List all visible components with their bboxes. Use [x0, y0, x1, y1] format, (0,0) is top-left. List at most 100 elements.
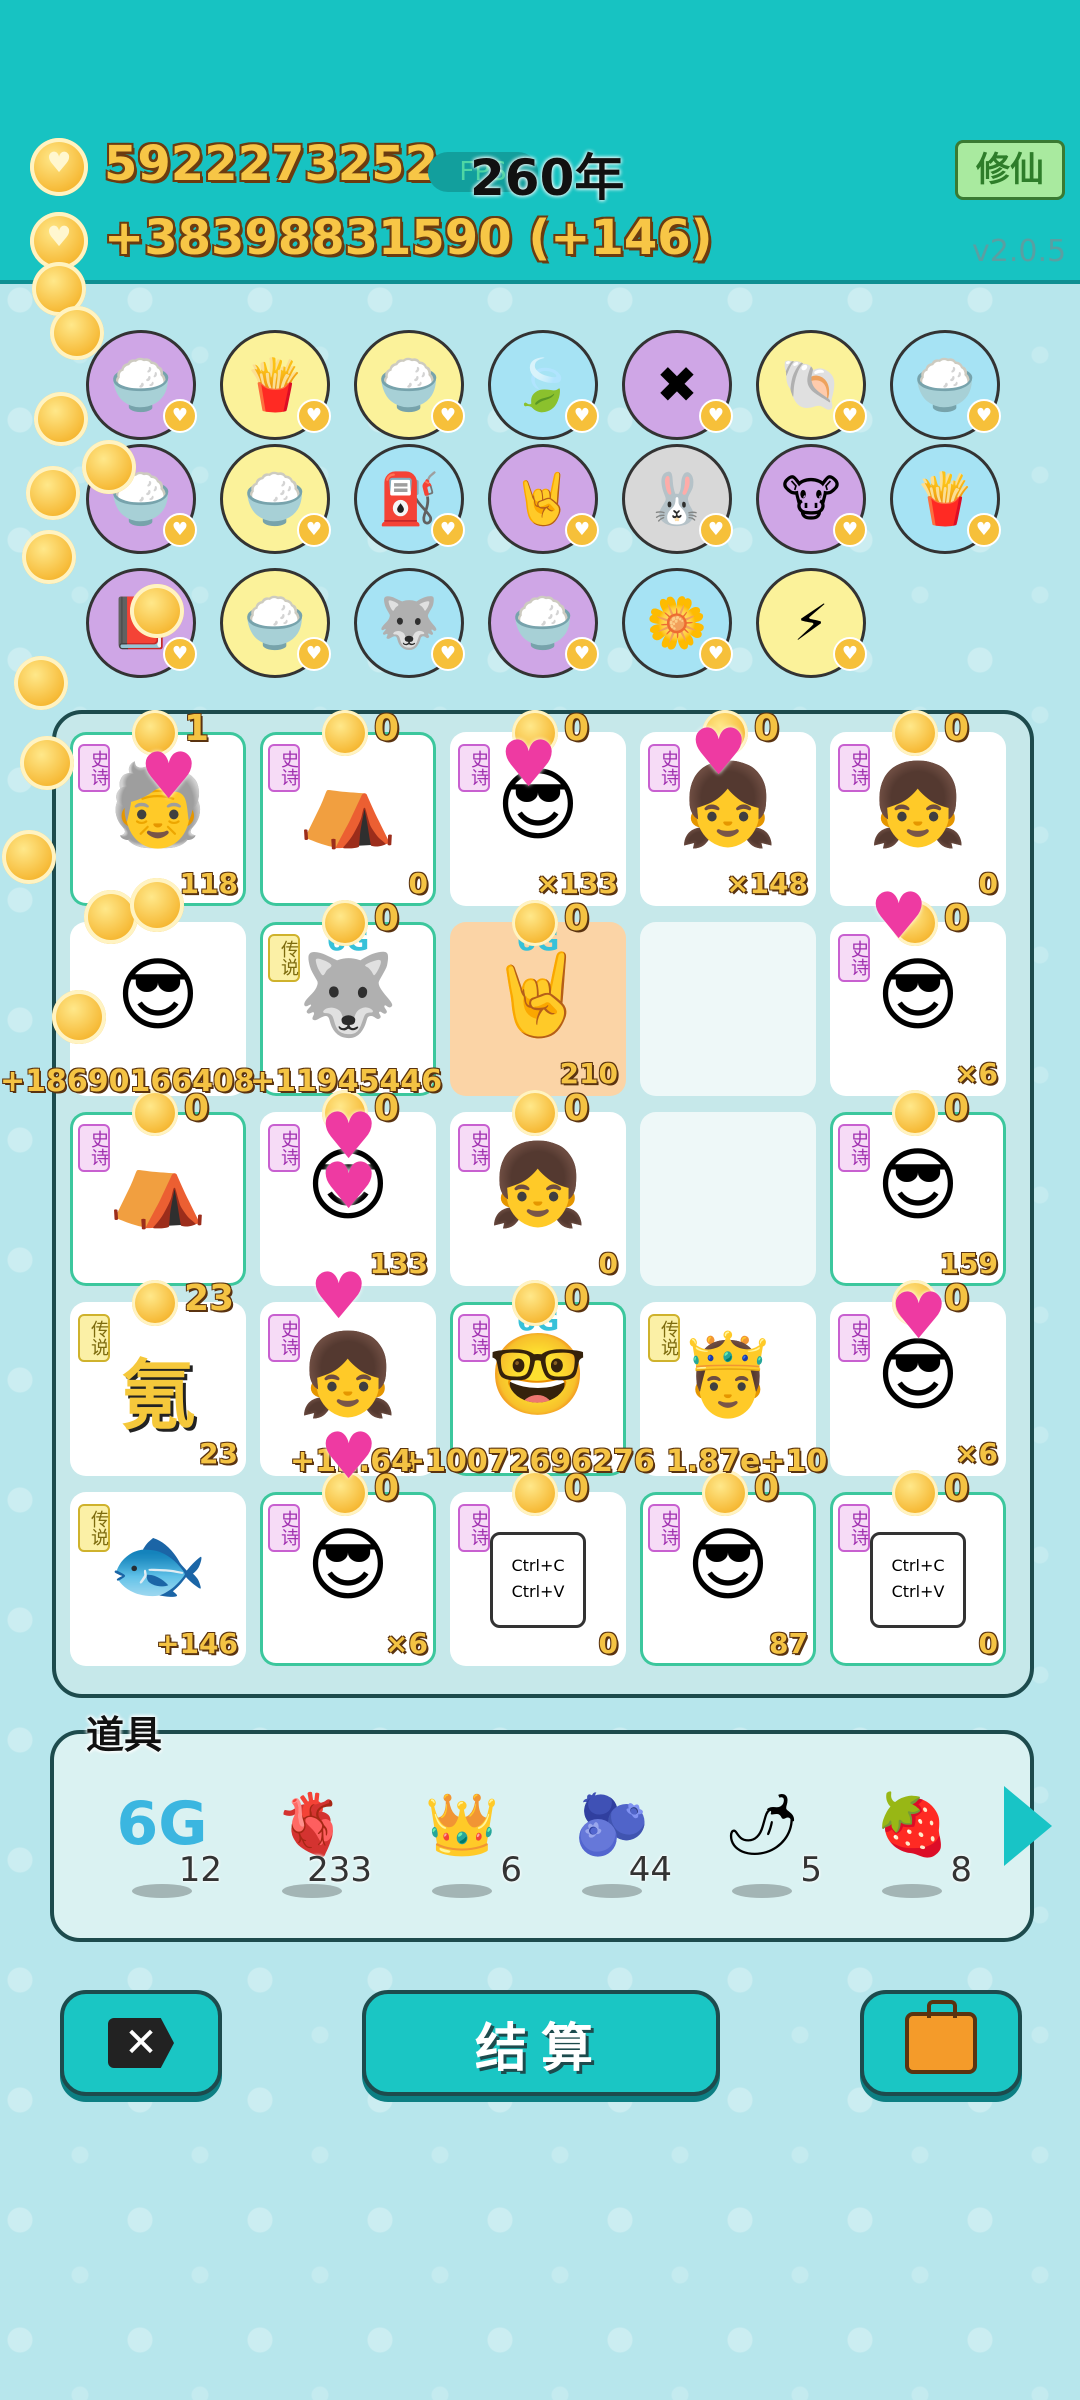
- heart-badge-icon: ♥: [833, 513, 867, 547]
- copy-text: Ctrl+C: [511, 1556, 565, 1575]
- heart-badge-icon: ♥: [163, 637, 197, 671]
- inventory-slot-rice-bowl-icon[interactable]: 🍚 ♥: [488, 568, 599, 678]
- heart-badge-icon: ♥: [431, 399, 465, 433]
- board-cell[interactable]: 史诗 👧 0 0: [450, 1088, 626, 1286]
- coin-icon: [892, 1090, 938, 1136]
- coin-icon: [20, 736, 74, 790]
- board-cell[interactable]: 史诗 😎 ×6 0: [260, 1468, 436, 1666]
- board-cell[interactable]: 史诗 ⛺ 0: [70, 1088, 246, 1286]
- inventory-slot-shell-icon[interactable]: 🐚 ♥: [756, 330, 867, 440]
- coin-icon: [34, 392, 88, 446]
- item-slot[interactable]: 🌶 5: [702, 1774, 822, 1914]
- coin-icon: [52, 990, 106, 1044]
- grandpa-green-hat-icon: 😎: [876, 948, 960, 1042]
- coin-icon: [30, 138, 88, 196]
- board-cell[interactable]: 6G🤘2100: [450, 898, 626, 1096]
- flower-pot-icon: 🌼: [645, 593, 709, 652]
- epic-tag: 史诗: [648, 1504, 680, 1552]
- coin-total: 5922273252: [104, 136, 438, 192]
- cultivate-button[interactable]: 修仙: [955, 140, 1065, 200]
- header-bar: 5922273252 FPS 260年 修仙 +38398831590 (+14…: [0, 0, 1080, 284]
- cell-count: 0: [598, 1247, 618, 1280]
- item-count: 6: [500, 1850, 522, 1890]
- paste-text: Ctrl+V: [511, 1582, 565, 1601]
- rice-bowl-icon: 🍚: [913, 355, 977, 414]
- bag-button[interactable]: [860, 1990, 1022, 2096]
- inventory-slot-cows-icon[interactable]: 🐮 ♥: [756, 444, 867, 554]
- inventory-slot-rice-bowl-icon[interactable]: 🍚 ♥: [86, 330, 197, 440]
- cell-count: ×6: [955, 1057, 998, 1090]
- lightning-icon: ⚡: [793, 594, 829, 652]
- version-label: v2.0.5: [972, 234, 1067, 269]
- inventory-slot-flower-pot-icon[interactable]: 🌼 ♥: [622, 568, 733, 678]
- inventory-slot-pump-icon[interactable]: ⛽ ♥: [354, 444, 465, 554]
- girl-braids-icon: 👧: [868, 758, 968, 852]
- inventory-slot-rock-hand-icon[interactable]: 🤘 ♥: [488, 444, 599, 554]
- coin-icon: [130, 584, 184, 638]
- heart-badge-icon: ♥: [297, 513, 331, 547]
- rock-hand-icon: 🤘: [511, 469, 575, 528]
- close-button[interactable]: ✕: [60, 1990, 222, 2096]
- shell-icon: 🐚: [779, 355, 843, 414]
- board-cell[interactable]: [640, 1112, 816, 1286]
- heart-badge-icon: ♥: [967, 399, 1001, 433]
- heart-icon: ♥: [310, 1260, 368, 1334]
- paste-text: Ctrl+V: [891, 1582, 945, 1601]
- coin-icon: [132, 1280, 178, 1326]
- cell-count: 0: [408, 867, 428, 900]
- item-slot[interactable]: 6G 12: [102, 1774, 222, 1914]
- girl-braids-icon: 👧: [488, 1138, 588, 1232]
- board-cell[interactable]: 传说氪 23 23: [70, 1278, 246, 1476]
- crown-icon: 👑: [424, 1789, 500, 1860]
- coin-icon: [14, 656, 68, 710]
- board-cell[interactable]: 史诗 Ctrl+C Ctrl+V 0 0: [450, 1468, 626, 1666]
- inventory-slot-rice-bowl-icon[interactable]: 🍚 ♥: [890, 330, 1001, 440]
- coin-yield: 0: [944, 708, 970, 749]
- koi-fish-icon: 🐟: [108, 1518, 208, 1612]
- briefcase-icon: [905, 2000, 977, 2074]
- coin-icon: [322, 900, 368, 946]
- inventory-slot-husky-icon[interactable]: 🐺 ♥: [354, 568, 465, 678]
- epic-tag: 史诗: [458, 1314, 490, 1362]
- heart-badge-icon: ♥: [565, 637, 599, 671]
- coin-icon: [512, 900, 558, 946]
- rabbit-icon: 🐰: [645, 469, 709, 528]
- items-title: 道具: [86, 1713, 163, 1757]
- strawberry-icon: 🍓: [874, 1789, 950, 1860]
- rock-hand-icon: 🤘: [488, 948, 588, 1042]
- inventory-slot-rice-bowl-icon[interactable]: 🍚 ♥: [354, 330, 465, 440]
- inventory-slot-fries-icon[interactable]: 🍟 ♥: [220, 330, 331, 440]
- copy-paste-icon: Ctrl+C Ctrl+V: [490, 1532, 586, 1628]
- epic-tag: 史诗: [458, 1124, 490, 1172]
- board-cell[interactable]: [640, 922, 816, 1096]
- inventory-slot-lightning-icon[interactable]: ⚡ ♥: [756, 568, 867, 678]
- item-slot[interactable]: 👑 6: [402, 1774, 522, 1914]
- cell-count: ×133: [536, 867, 618, 900]
- board-cell[interactable]: 史诗 😎 159 0: [830, 1088, 1006, 1286]
- inventory-slot-leaf-icon[interactable]: 🍃 ♥: [488, 330, 599, 440]
- settle-button[interactable]: 结算: [362, 1990, 720, 2096]
- item-slot[interactable]: 🫐 44: [552, 1774, 672, 1914]
- inventory-slot-fries-icon[interactable]: 🍟 ♥: [890, 444, 1001, 554]
- cell-count: +146: [156, 1627, 238, 1660]
- inventory-slot-math-grandpa-icon[interactable]: ✖ ♥: [622, 330, 733, 440]
- heart-badge-icon: ♥: [297, 637, 331, 671]
- inventory-slot-rabbit-icon[interactable]: 🐰 ♥: [622, 444, 733, 554]
- inventory-slot-rice-bowl-icon[interactable]: 🍚 ♥: [220, 444, 331, 554]
- fries-icon: 🍟: [913, 469, 977, 528]
- epic-tag: 史诗: [268, 744, 300, 792]
- husky-icon: 🐺: [377, 593, 441, 652]
- heart-badge-icon: ♥: [833, 637, 867, 671]
- board-cell[interactable]: 传说 🐟 +146: [70, 1492, 246, 1666]
- math-grandpa-icon: ✖: [656, 356, 698, 414]
- board-cell[interactable]: 史诗 ⛺ 0 0: [260, 708, 436, 906]
- coin-yield: 0: [564, 898, 590, 939]
- board-cell[interactable]: 史诗 😎 87 0: [640, 1468, 816, 1666]
- item-slot[interactable]: 🫀 233: [252, 1774, 372, 1914]
- item-slot[interactable]: 🍓 8: [852, 1774, 972, 1914]
- next-arrow-button[interactable]: [1004, 1786, 1052, 1866]
- inventory-slot-rice-bowl-icon[interactable]: 🍚 ♥: [220, 568, 331, 678]
- heart-badge-icon: ♥: [431, 637, 465, 671]
- board-cell[interactable]: 史诗 Ctrl+C Ctrl+V 0 0: [830, 1468, 1006, 1666]
- cell-count: 159: [939, 1247, 998, 1280]
